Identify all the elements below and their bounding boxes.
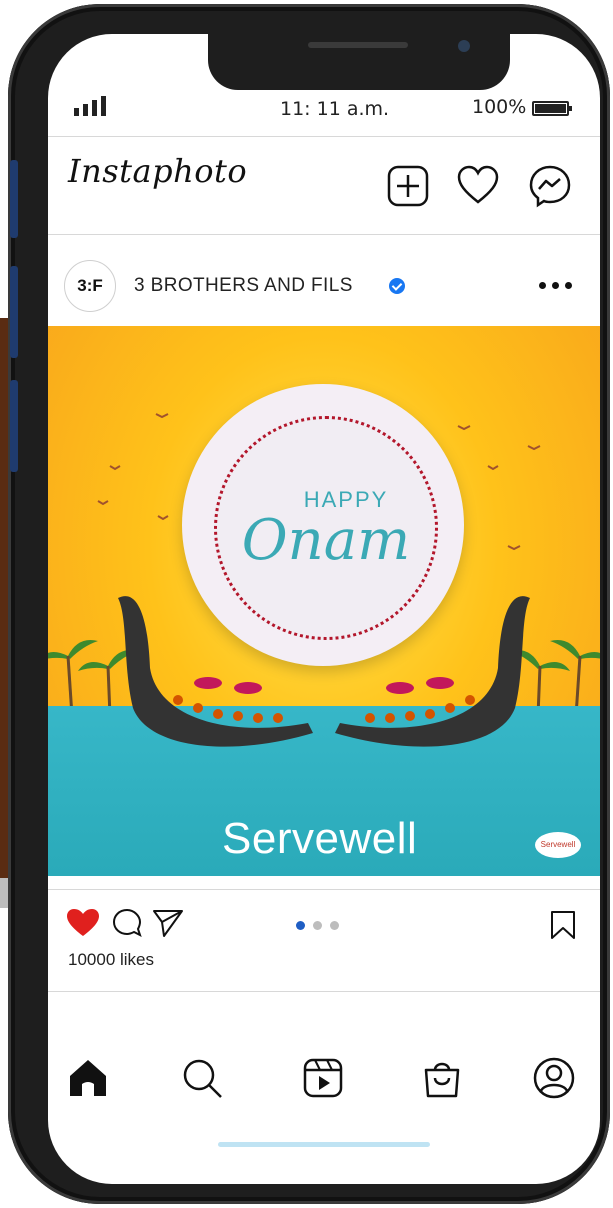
- side-button: [10, 380, 18, 472]
- reels-icon[interactable]: [301, 1056, 345, 1100]
- bookmark-icon[interactable]: [549, 910, 577, 940]
- messenger-icon[interactable]: [528, 164, 572, 208]
- profile-icon[interactable]: [532, 1056, 576, 1100]
- new-post-icon[interactable]: [386, 164, 430, 208]
- post-image[interactable]: HAPPY Onam Servewell Servewell: [48, 326, 600, 876]
- signal-icon: [74, 96, 106, 116]
- decorative-plate: HAPPY Onam: [182, 384, 464, 666]
- battery-percentage: 100%: [472, 96, 527, 118]
- plate-center: HAPPY Onam: [214, 416, 438, 640]
- app-logo: Instaphoto: [68, 152, 248, 190]
- speaker: [308, 42, 408, 48]
- carousel-dot: [330, 921, 339, 930]
- comment-icon[interactable]: [112, 908, 142, 938]
- phone-frame: 11: 11 a.m. 100% Instaphoto 3:F 3 BROTHE…: [8, 4, 610, 1204]
- notch: [208, 34, 510, 90]
- divider: [48, 136, 600, 137]
- home-indicator[interactable]: [218, 1142, 430, 1147]
- home-icon[interactable]: [66, 1056, 110, 1100]
- likes-count: 10000 likes: [68, 950, 155, 969]
- brand-mini-logo: Servewell: [535, 832, 581, 858]
- more-icon[interactable]: [539, 282, 572, 289]
- search-icon[interactable]: [180, 1056, 224, 1100]
- brand-wordmark: Servewell: [222, 814, 418, 863]
- battery-icon: [532, 101, 572, 116]
- carousel-dot: [313, 921, 322, 930]
- divider: [48, 991, 600, 992]
- heart-icon[interactable]: [456, 164, 500, 208]
- greeting-large: Onam: [241, 508, 411, 573]
- like-icon[interactable]: [66, 908, 100, 938]
- divider: [48, 889, 600, 890]
- side-button: [10, 160, 18, 238]
- share-icon[interactable]: [152, 908, 184, 938]
- post-username[interactable]: 3 BROTHERS AND FILS: [134, 275, 353, 297]
- status-time: 11: 11 a.m.: [280, 98, 390, 120]
- divider: [48, 234, 600, 235]
- shop-icon[interactable]: [420, 1056, 464, 1100]
- verified-icon: [389, 278, 405, 294]
- camera: [458, 40, 470, 52]
- status-bar: 11: 11 a.m. 100%: [48, 96, 600, 132]
- screen: 11: 11 a.m. 100% Instaphoto 3:F 3 BROTHE…: [48, 34, 600, 1184]
- carousel-dot-active: [296, 921, 305, 930]
- avatar-text: 3:F: [77, 276, 103, 295]
- side-button: [10, 266, 18, 358]
- avatar[interactable]: 3:F: [64, 260, 116, 312]
- carousel-indicator: [296, 921, 339, 930]
